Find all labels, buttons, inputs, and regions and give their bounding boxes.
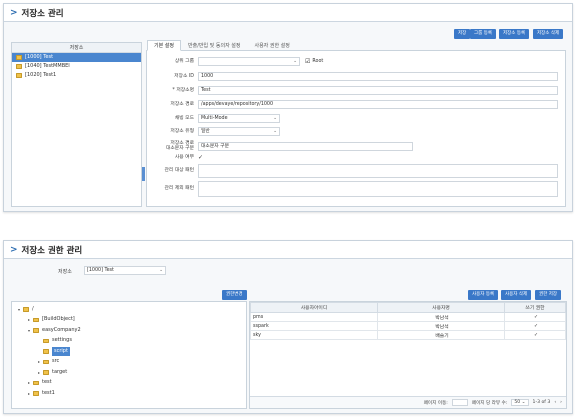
page-input[interactable]: [451, 399, 468, 406]
per-page-select[interactable]: 50 ⌄: [511, 399, 529, 406]
mgr-exclude-row: 관리 제외 패턴: [150, 181, 558, 197]
register-user-button[interactable]: 사용자 등록: [468, 290, 499, 300]
register-group-button[interactable]: 그룹 등록: [470, 29, 496, 39]
repo-list-item[interactable]: [1000] Test: [12, 53, 141, 62]
save-button[interactable]: 저장: [454, 29, 471, 39]
tab-user-permission[interactable]: 사용자 권한 설정: [247, 40, 296, 51]
delete-repo-button[interactable]: 저장소 삭제: [533, 29, 564, 39]
repo-list-item[interactable]: [1040] TestMMBEI: [12, 62, 141, 71]
tree-node[interactable]: ▸ test1: [12, 388, 246, 399]
root-checkbox[interactable]: ☑: [305, 58, 310, 65]
tree-node[interactable]: ▸ target: [12, 367, 246, 378]
user-permission-table: 사용자아이디 사용자명 쓰기 권한 pms 박남석 ✓ sspark 박남석 ✓…: [249, 301, 567, 409]
repo-detail-tabs: 기본 설정 반출/반입 및 동의자 설정 사용자 권한 설정: [147, 40, 297, 51]
page-title: 저장소 권한 관리: [21, 245, 83, 256]
repo-permission-header: > 저장소 권한 관리: [4, 241, 572, 259]
parent-group-select[interactable]: ⌄: [198, 57, 300, 66]
tree-node[interactable]: ▸ test: [12, 378, 246, 389]
tree-node-label: test1: [42, 389, 55, 396]
save-permission-button[interactable]: 권한 저장: [535, 290, 561, 300]
folder-icon: [33, 380, 39, 385]
page-title: 저장소 관리: [21, 8, 64, 19]
folder-icon: [33, 317, 39, 322]
tree-node-label: easyCompany2: [42, 326, 81, 333]
change-permission-button[interactable]: 권한변경: [222, 290, 247, 300]
tree-node[interactable]: ▾ easyCompany2: [12, 325, 246, 336]
repo-id-field[interactable]: 1000: [198, 72, 558, 81]
repo-list-item[interactable]: [1020] Test1: [12, 71, 141, 80]
repo-type-select[interactable]: 일반 ⌄: [198, 127, 280, 136]
col-user-name[interactable]: 사용자명: [377, 302, 505, 313]
write-checkbox[interactable]: ✓: [504, 312, 566, 322]
col-user-id[interactable]: 사용자아이디: [250, 302, 378, 313]
tree-node-label: src: [52, 358, 60, 365]
chevron-right-icon: >: [10, 244, 18, 255]
repo-type-row: 저장소 유형 일반 ⌄: [150, 126, 280, 137]
permission-grid: 사용자아이디 사용자명 쓰기 권한 pms 박남석 ✓ sspark 박남석 ✓…: [250, 302, 566, 340]
folder-icon: [16, 73, 22, 78]
folder-tree: ▾ / ▸ [BuildObject] ▾ easyCompany2 settings scr…: [11, 301, 247, 409]
folder-icon: [43, 359, 49, 364]
table-row[interactable]: sspark 박남석 ✓: [250, 321, 566, 331]
register-repo-button[interactable]: 저장소 등록: [499, 29, 530, 39]
tab-basic-settings[interactable]: 기본 설정: [147, 40, 181, 51]
repo-select-label: 저장소: [58, 269, 72, 275]
tree-node[interactable]: settings: [12, 336, 246, 347]
repo-management-header: > 저장소 관리: [4, 4, 572, 22]
tree-node[interactable]: script: [12, 346, 246, 357]
repo-list: 저장소 [1000] Test [1040] TestMMBEI [1020] …: [11, 42, 142, 207]
write-checkbox[interactable]: ✓: [504, 330, 566, 340]
write-checkbox[interactable]: ✓: [504, 321, 566, 331]
case-label: 저장소 경로 대소문자 구분: [165, 140, 194, 152]
repo-path-field[interactable]: /apps/devaye/repository/1000: [198, 100, 558, 109]
folder-icon: [33, 328, 39, 333]
repo-list-scrollbar[interactable]: [142, 167, 145, 181]
chevron-down-icon: ⌄: [273, 116, 277, 121]
repo-id-row: 저장소 ID 1000: [150, 71, 558, 82]
tree-node[interactable]: ▸ [BuildObject]: [12, 315, 246, 326]
tree-node[interactable]: ▾ /: [12, 304, 246, 315]
repo-list-header: 저장소: [12, 43, 141, 53]
repo-select[interactable]: [1000] Test ⌄: [84, 266, 166, 275]
chevron-down-icon: ⌄: [293, 59, 297, 64]
folder-icon: [43, 349, 49, 354]
table-row[interactable]: pms 박남석 ✓: [250, 312, 566, 322]
tree-node-label: [BuildObject]: [42, 316, 75, 323]
chevron-down-icon: ⌄: [273, 129, 277, 134]
tree-node-label: /: [32, 305, 34, 312]
table-row[interactable]: sky 배슬기 ✓: [250, 330, 566, 340]
repo-name-row: * 저장소명 Test: [150, 85, 558, 96]
use-checkbox[interactable]: ✓: [198, 154, 203, 161]
group-row: 상위 그룹 ⌄ ☑ Root: [174, 57, 324, 66]
next-page-icon[interactable]: ›: [560, 400, 562, 405]
tree-node-label: target: [52, 368, 68, 375]
tree-node[interactable]: ▸ src: [12, 357, 246, 368]
folder-icon: [16, 64, 22, 69]
folder-icon: [43, 338, 49, 343]
mode-row: 채빙 모드 Multi-Mode ⌄: [150, 113, 280, 124]
mgr-target-row: 관리 대상 패턴: [150, 164, 558, 178]
prev-page-icon[interactable]: ‹: [554, 400, 556, 405]
folder-icon: [23, 307, 29, 312]
repo-path-row: 저장소 경로 /apps/devaye/repository/1000: [150, 99, 558, 110]
repo-name-field[interactable]: Test: [198, 86, 558, 95]
folder-icon: [16, 55, 22, 60]
delete-user-button[interactable]: 사용자 삭제: [501, 290, 532, 300]
tree-node-label: test: [42, 379, 52, 386]
mgr-target-pattern-field[interactable]: [198, 164, 558, 178]
mode-select[interactable]: Multi-Mode ⌄: [198, 114, 280, 123]
tree-node-label: settings: [52, 337, 72, 344]
pager: 페이지 이동: 페이지 당 라뷰 수: 50 ⌄ 1-3 of 3 ‹ ›: [250, 396, 566, 408]
folder-icon: [33, 391, 39, 396]
folder-icon: [43, 370, 49, 375]
tab-checkout-settings[interactable]: 반출/반입 및 동의자 설정: [181, 40, 247, 51]
tree-node-label: script: [52, 346, 70, 356]
mgr-exclude-pattern-field[interactable]: [198, 181, 558, 197]
chevron-down-icon: ⌄: [159, 268, 163, 273]
case-row: 저장소 경로 대소문자 구분 대소문자 구분: [150, 139, 413, 153]
chevron-right-icon: >: [10, 7, 18, 18]
use-row: 사용 여부 ✓: [174, 154, 204, 161]
case-sensitivity-field[interactable]: 대소문자 구분: [198, 141, 413, 151]
col-write-permission[interactable]: 쓰기 권한: [504, 302, 566, 313]
